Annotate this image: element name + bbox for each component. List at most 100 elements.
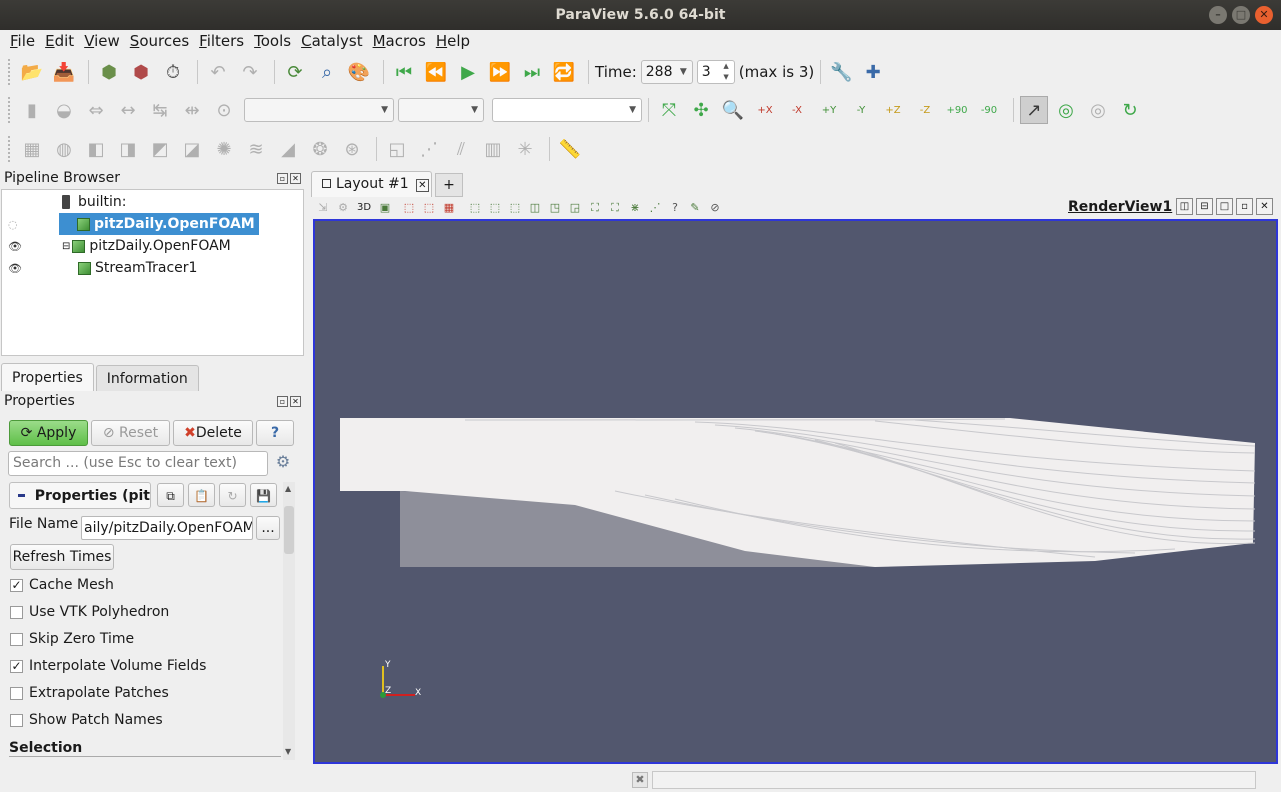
probe-icon[interactable]: ◱ bbox=[383, 135, 411, 163]
interpolate-volume-fields-checkbox[interactable]: ✓ Interpolate Volume Fields bbox=[10, 658, 206, 674]
glyph-icon[interactable]: ✺ bbox=[210, 135, 238, 163]
paste-icon[interactable]: 📋 bbox=[188, 483, 215, 507]
python-calculator-icon[interactable]: ✳ bbox=[511, 135, 539, 163]
hover-cells-icon[interactable]: ⛶ bbox=[607, 200, 623, 216]
tab-information[interactable]: Information bbox=[95, 365, 199, 391]
split-vertical-icon[interactable]: ⊟ bbox=[1196, 198, 1213, 215]
close-view-icon[interactable]: ✕ bbox=[1256, 198, 1273, 215]
file-name-field[interactable]: aily/pitzDaily.OpenFOAM bbox=[81, 516, 253, 540]
warp-by-vector-icon[interactable]: ◢ bbox=[274, 135, 302, 163]
float-view-icon[interactable]: ▫ bbox=[1236, 198, 1253, 215]
capture-screenshot-icon[interactable]: ⇲ bbox=[315, 200, 331, 216]
edit-color-map-icon[interactable]: ◒ bbox=[50, 96, 78, 124]
rescale-temporal-icon[interactable]: ⇹ bbox=[178, 96, 206, 124]
rescale-custom-icon[interactable]: ↔ bbox=[114, 96, 142, 124]
menu-tools[interactable]: Tools bbox=[249, 30, 296, 52]
interactive-select-points-icon[interactable]: ◲ bbox=[567, 200, 583, 216]
float-dock-icon[interactable]: ▫ bbox=[277, 173, 288, 184]
reset-session-icon[interactable]: ⟳ bbox=[281, 58, 309, 86]
checkbox-box[interactable]: ✓ bbox=[10, 659, 23, 673]
checkbox-box[interactable] bbox=[10, 632, 23, 646]
reset-button[interactable]: ⊘ Reset bbox=[91, 420, 170, 446]
reset-camera-icon[interactable]: ⤧ bbox=[655, 96, 683, 124]
toolbar-grip-3[interactable] bbox=[8, 136, 12, 162]
select-points-through-icon[interactable]: ⬚ bbox=[467, 200, 483, 216]
shrink-selection-icon[interactable]: ⋰ bbox=[647, 200, 663, 216]
view-minus-z-icon[interactable]: -Z bbox=[911, 96, 939, 124]
pipeline-item-pitzdaily[interactable]: ⊟ pitzDaily.OpenFOAM bbox=[62, 235, 231, 257]
zoom-to-data-icon[interactable]: ✣ bbox=[687, 96, 715, 124]
add-camera-link-icon[interactable]: ✚ bbox=[859, 58, 887, 86]
scrollbar-thumb[interactable] bbox=[284, 506, 294, 554]
pipeline-item-streamtracer[interactable]: StreamTracer1 bbox=[78, 257, 197, 279]
save-defaults-icon[interactable]: 💾 bbox=[250, 483, 277, 507]
view-plus-x-icon[interactable]: +X bbox=[751, 96, 779, 124]
histogram-icon[interactable]: ▥ bbox=[479, 135, 507, 163]
find-data-icon[interactable]: ⌕ bbox=[313, 58, 341, 86]
minimize-button[interactable]: – bbox=[1209, 6, 1227, 24]
camera-undo-icon[interactable]: ▣ bbox=[377, 200, 393, 216]
view-plus-z-icon[interactable]: +Z bbox=[879, 96, 907, 124]
use-vtk-polyhedron-checkbox[interactable]: Use VTK Polyhedron bbox=[10, 604, 169, 620]
checkbox-box[interactable] bbox=[10, 713, 23, 727]
menu-catalyst[interactable]: Catalyst bbox=[296, 30, 368, 52]
clip-icon[interactable]: ◧ bbox=[82, 135, 110, 163]
apply-button[interactable]: ⟳ Apply bbox=[9, 420, 88, 446]
zoom-to-box-icon[interactable]: 🔍 bbox=[719, 96, 747, 124]
add-layout-tab-button[interactable]: + bbox=[435, 173, 463, 197]
collapse-icon[interactable]: ⊟ bbox=[62, 241, 70, 252]
help-button[interactable]: ? bbox=[256, 420, 294, 446]
tab-properties[interactable]: Properties bbox=[1, 363, 94, 391]
first-frame-icon[interactable]: ⏮ bbox=[390, 58, 418, 86]
menu-help[interactable]: Help bbox=[431, 30, 475, 52]
close-window-button[interactable]: ✕ bbox=[1255, 6, 1273, 24]
menu-edit[interactable]: Edit bbox=[40, 30, 79, 52]
edit-label-icon[interactable]: ✎ bbox=[687, 200, 703, 216]
grow-selection-icon[interactable]: ⋇ bbox=[627, 200, 643, 216]
interactive-select-cells-icon[interactable]: ◳ bbox=[547, 200, 563, 216]
menu-sources[interactable]: Sources bbox=[125, 30, 194, 52]
select-points-on-icon[interactable]: ⬚ bbox=[421, 200, 437, 216]
maximize-view-icon[interactable]: □ bbox=[1216, 198, 1233, 215]
extract-level-icon[interactable]: ⊛ bbox=[338, 135, 366, 163]
slice-icon[interactable]: ◨ bbox=[114, 135, 142, 163]
float-dock-icon[interactable]: ▫ bbox=[277, 396, 288, 407]
select-cells-on-icon[interactable]: ⬚ bbox=[401, 200, 417, 216]
plot-data-icon[interactable]: ⫽ bbox=[447, 135, 475, 163]
auto-apply-icon[interactable]: ⏱ bbox=[159, 58, 187, 86]
rescale-visible-icon[interactable]: ⊙ bbox=[210, 96, 238, 124]
close-tab-icon[interactable]: ✕ bbox=[416, 179, 429, 192]
skip-zero-time-checkbox[interactable]: Skip Zero Time bbox=[10, 631, 134, 647]
ruler-icon[interactable]: 📏 bbox=[556, 135, 584, 163]
plot-over-line-icon[interactable]: ⋰ bbox=[415, 135, 443, 163]
visibility-eye-icon[interactable]: ◌ bbox=[8, 218, 18, 231]
view-options-icon[interactable]: ⚙ bbox=[335, 200, 351, 216]
pipeline-item-builtin[interactable]: builtin: bbox=[62, 191, 127, 213]
load-state-icon[interactable]: 📥 bbox=[50, 58, 78, 86]
select-block-icon[interactable]: ◫ bbox=[527, 200, 543, 216]
close-dock-icon[interactable]: ✕ bbox=[290, 173, 301, 184]
link-camera-icon[interactable]: 🔧 bbox=[827, 58, 855, 86]
redo-icon[interactable]: ↷ bbox=[236, 58, 264, 86]
group-datasets-icon[interactable]: ❂ bbox=[306, 135, 334, 163]
color-by-combo[interactable]: ▼ bbox=[244, 98, 394, 122]
toolbar-grip-2[interactable] bbox=[8, 97, 12, 123]
menu-filters[interactable]: Filters bbox=[194, 30, 249, 52]
delete-button[interactable]: ✖Delete bbox=[173, 420, 253, 446]
select-cells-through-icon[interactable]: ▦ bbox=[441, 200, 457, 216]
select-polygon-points-icon[interactable]: ⬚ bbox=[507, 200, 523, 216]
checkbox-box[interactable] bbox=[10, 605, 23, 619]
view-minus-x-icon[interactable]: -X bbox=[783, 96, 811, 124]
close-progress-icon[interactable]: ✖ bbox=[632, 772, 648, 788]
loop-icon[interactable]: 🔁 bbox=[550, 58, 578, 86]
visibility-eye-icon[interactable]: 👁 bbox=[8, 262, 22, 275]
rescale-custom-range-icon[interactable]: ↹ bbox=[146, 96, 174, 124]
open-file-icon[interactable]: 📂 bbox=[18, 58, 46, 86]
hover-points-icon[interactable]: ⛶ bbox=[587, 200, 603, 216]
color-palette-icon[interactable]: 🎨 bbox=[345, 58, 373, 86]
split-horizontal-icon[interactable]: ◫ bbox=[1176, 198, 1193, 215]
checkbox-box[interactable]: ✓ bbox=[10, 578, 23, 592]
select-polygon-cells-icon[interactable]: ⬚ bbox=[487, 200, 503, 216]
cache-mesh-checkbox[interactable]: ✓ Cache Mesh bbox=[10, 577, 114, 593]
rotate-minus-90-icon[interactable]: -90 bbox=[975, 96, 1003, 124]
